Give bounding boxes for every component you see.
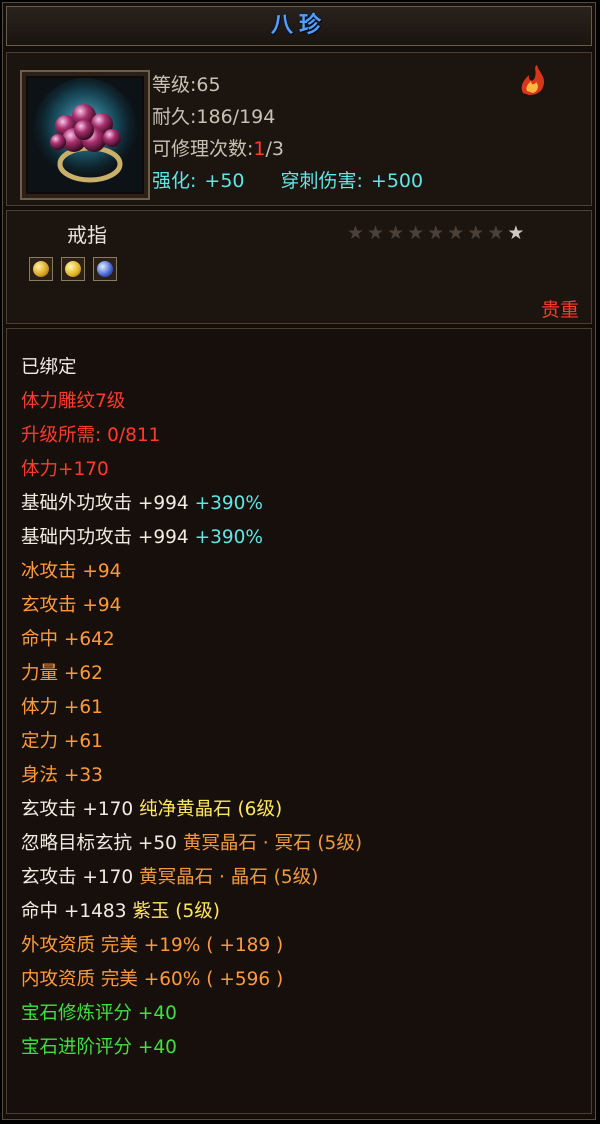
item-badges [29,257,117,281]
attribute-text: 基础内功攻击 +994 [21,527,195,548]
star-icon: ★ [487,222,505,244]
item-header-panel: 等级:65 耐久:186/194 可修理次数:1/3 强化: +50 穿刺伤害: +5… [6,52,592,206]
attribute-line: 基础外功攻击 +994 +390% [21,487,362,521]
attribute-line: 冰攻击 +94 [21,555,362,589]
attribute-line: 玄攻击 +94 [21,589,362,623]
attribute-text: 紫玉 (5级) [132,901,220,922]
attribute-text: 体力+170 [21,459,109,480]
item-type-panel: 戒指 ★ ★ ★ ★ ★ ★ ★ ★ ★ 贵重 [6,210,592,324]
attribute-line: 体力雕纹7级 [21,385,362,419]
repair-count-row: 可修理次数:1/3 [152,138,285,160]
ring-icon [28,78,142,192]
item-name: 八珍 [270,13,327,38]
gold-coin-badge-icon[interactable] [29,257,53,281]
attribute-line: 定力 +61 [21,725,362,759]
attribute-line: 忽略目标玄抗 +50 黄冥晶石 · 冥石 (5级) [21,827,362,861]
star-icon: ★ [507,222,525,244]
blue-gem-badge-icon[interactable] [93,257,117,281]
item-basic-stats: 等级:65 耐久:186/194 可修理次数:1/3 强化: +50 穿刺伤害: +5… [152,69,423,197]
attribute-text: 宝石修炼评分 +40 [21,1003,177,1024]
item-quality-label: 贵重 [540,299,579,321]
attribute-text: 力量 +62 [21,663,103,684]
attribute-text: 基础外功攻击 +994 [21,493,195,514]
attribute-text: 玄攻击 +170 [21,867,140,888]
attribute-text: 身法 +33 [21,765,103,786]
attribute-text: 命中 +1483 [21,901,133,922]
attribute-text: 定力 +61 [21,731,103,752]
star-icon: ★ [387,222,405,244]
attribute-text: 玄攻击 +170 [21,799,140,820]
attribute-line: 体力 +61 [21,691,362,725]
star-icon: ★ [467,222,485,244]
attribute-text: +390% [194,527,263,548]
attribute-line: 身法 +33 [21,759,362,793]
attribute-text: 黄冥晶石 · 晶石 (5级) [139,867,319,888]
attribute-line: 升级所需: 0/811 [21,419,362,453]
attribute-text: 忽略目标玄抗 +50 [21,833,183,854]
attribute-text: 宝石进阶评分 +40 [21,1037,177,1058]
attribute-text: 体力雕纹7级 [21,391,126,412]
attribute-text: 内攻资质 完美 +60% ( +596 ) [21,969,284,990]
attribute-text: 玄攻击 +94 [21,595,122,616]
attribute-text: 体力 +61 [21,697,103,718]
attribute-text: 黄冥晶石 · 冥石 (5级) [182,833,363,854]
tooltip-title-bar: 八珍 [6,6,592,46]
attribute-line: 玄攻击 +170 黄冥晶石 · 晶石 (5级) [21,861,362,895]
item-attributes-panel: 已绑定体力雕纹7级升级所需: 0/811 体力+170 基础外功攻击 +994 +3… [6,328,592,1114]
attribute-text: 升级所需: 0/811 [21,425,161,446]
attribute-line: 命中 +1483 紫玉 (5级) [21,895,362,929]
enhance-row: 强化: +50 穿刺伤害: +500 [152,170,424,192]
gold-orb-badge-icon[interactable] [61,257,85,281]
flame-emblem-icon [521,65,545,95]
star-icon: ★ [447,222,465,244]
attribute-line: 力量 +62 [21,657,362,691]
star-rating: ★ ★ ★ ★ ★ ★ ★ ★ ★ [347,223,524,243]
attribute-text: +390% [194,493,263,514]
attribute-text: 命中 +642 [21,629,115,650]
attribute-line: 宝石修炼评分 +40 [21,997,362,1031]
attribute-list: 已绑定体力雕纹7级升级所需: 0/811 体力+170 基础外功攻击 +994 +3… [21,351,362,1065]
attribute-line: 玄攻击 +170 纯净黄晶石 (6级) [21,793,362,827]
attribute-line: 体力+170 [21,453,362,487]
attribute-text: 已绑定 [21,357,77,378]
attribute-text: 纯净黄晶石 (6级) [139,799,283,820]
star-icon: ★ [427,222,445,244]
attribute-line: 宝石进阶评分 +40 [21,1031,362,1065]
attribute-text: 冰攻击 +94 [21,561,122,582]
attribute-text: 外攻资质 完美 +19% ( +189 ) [21,935,284,956]
level-row: 等级:65 [152,74,221,96]
attribute-line: 基础内功攻击 +994 +390% [21,521,362,555]
star-icon: ★ [347,222,365,244]
star-icon: ★ [367,222,385,244]
item-icon-frame[interactable] [20,70,150,200]
item-type-label: 戒指 [67,223,107,247]
attribute-line: 外攻资质 完美 +19% ( +189 ) [21,929,362,963]
attribute-line: 已绑定 [21,351,362,385]
star-icon: ★ [407,222,425,244]
durability-row: 耐久:186/194 [152,106,276,128]
attribute-line: 命中 +642 [21,623,362,657]
attribute-line: 内攻资质 完美 +60% ( +596 ) [21,963,362,997]
